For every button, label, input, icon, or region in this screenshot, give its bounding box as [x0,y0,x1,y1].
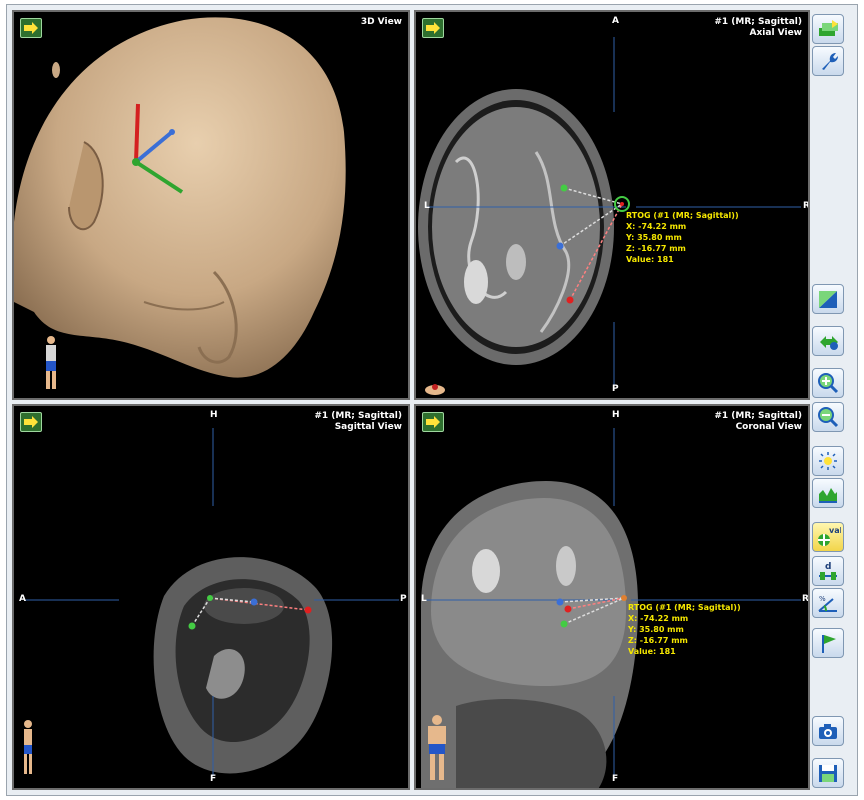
brightness-icon[interactable] [812,446,844,476]
orientation-head-icon [425,384,445,395]
readout-value: Value: 181 [626,255,674,264]
viewport-menu-button[interactable] [422,412,444,432]
dir-top: A [612,16,619,26]
svg-text:%: % [819,595,826,603]
distance-measure-icon[interactable]: d [812,556,844,586]
patient-orientation-figure [46,336,56,389]
viewport-3d[interactable]: 3D View [12,10,410,400]
coronal-mri-slice [421,428,801,788]
viewport-menu-button[interactable] [20,18,42,38]
histogram-icon[interactable] [812,478,844,508]
view-title: #1 (MR; Sagittal) Coronal View [714,411,802,433]
save-icon[interactable] [812,758,844,788]
value-probe-icon[interactable]: val [812,522,844,552]
pan-icon[interactable] [812,326,844,356]
camera-icon[interactable] [812,716,844,746]
patient-orientation-figure [24,720,32,774]
series-label: #1 (MR; Sagittal) [314,411,402,421]
dir-right: P [400,594,407,604]
layers-icon[interactable] [812,14,844,44]
flag-icon[interactable] [812,628,844,658]
dir-right: R [802,594,809,604]
series-label: #1 (MR; Sagittal) [714,411,802,421]
view-title: #1 (MR; Sagittal) Sagittal View [314,411,402,433]
probe-readout: RTOG (#1 (MR; Sagittal)) X: -74.22 mm Y: 3… [628,602,741,657]
distance-label: d [825,562,831,572]
readout-y: Y: 35.80 mm [628,625,684,634]
value-probe-label: val [829,526,841,535]
readout-z: Z: -16.77 mm [626,244,686,253]
view-name: Sagittal View [334,422,402,432]
series-label: #1 (MR; Sagittal) [714,17,802,27]
readout-z: Z: -16.77 mm [628,636,688,645]
viewport-sagittal[interactable]: #1 (MR; Sagittal) Sagittal View H F A P [12,404,410,790]
view-title: 3D View [360,17,402,27]
probe-readout: RTOG (#1 (MR; Sagittal)) X: -74.22 mm Y: 3… [626,210,739,265]
patient-orientation-figure [428,715,446,780]
dir-left: A [19,594,26,604]
axial-mri-slice [418,37,801,387]
readout-value: Value: 181 [628,647,676,656]
wrench-icon[interactable] [812,46,844,76]
angle-measure-icon[interactable]: % [812,588,844,618]
dir-bottom: F [210,774,217,784]
viewport-axial[interactable]: #1 (MR; Sagittal) Axial View A P L R RTOG… [414,10,810,400]
view-name: Coronal View [735,422,802,432]
viewport-menu-button[interactable] [20,412,42,432]
dir-left: L [424,201,430,211]
head-3d-render [14,17,346,378]
readout-y: Y: 35.80 mm [626,233,682,242]
dir-bottom: F [612,774,619,784]
view-title: #1 (MR; Sagittal) Axial View [714,17,802,39]
readout-x: X: -74.22 mm [626,222,687,231]
dir-top: H [612,410,620,420]
dir-top: H [210,410,218,420]
zoom-in-icon[interactable] [812,368,844,398]
readout-name: RTOG (#1 (MR; Sagittal)) [626,211,739,220]
viewport-menu-button[interactable] [422,18,444,38]
orientation-axes [132,103,184,194]
viewport-coronal[interactable]: #1 (MR; Sagittal) Coronal View H F L R RT… [414,404,810,790]
dir-left: L [421,594,427,604]
view-name: Axial View [749,28,802,38]
contrast-icon[interactable] [812,284,844,314]
readout-x: X: -74.22 mm [628,614,689,623]
sagittal-mri-slice [24,428,399,776]
dir-bottom: P [612,384,619,394]
zoom-out-icon[interactable] [812,402,844,432]
readout-name: RTOG (#1 (MR; Sagittal)) [628,603,741,612]
